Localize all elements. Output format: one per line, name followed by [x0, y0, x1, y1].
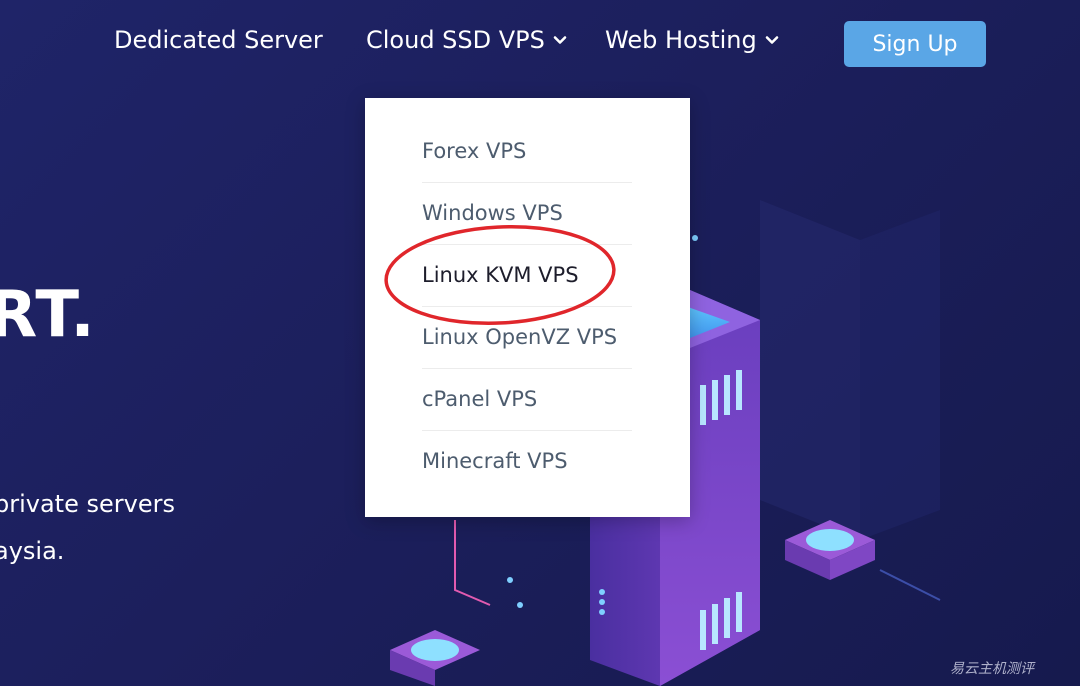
- nav-cloud-ssd-vps-label: Cloud SSD VPS: [366, 26, 545, 54]
- nav-dedicated-server[interactable]: Dedicated Server: [114, 26, 323, 54]
- chevron-down-icon: [765, 36, 779, 44]
- dropdown-item-windows-vps[interactable]: Windows VPS: [422, 182, 632, 245]
- watermark: 易云主机测评: [950, 661, 1034, 677]
- dropdown-item-linux-openvz-vps[interactable]: Linux OpenVZ VPS: [422, 306, 632, 369]
- dropdown-item-label: Linux KVM VPS: [422, 263, 579, 287]
- nav-dedicated-server-label: Dedicated Server: [114, 26, 323, 54]
- dropdown-item-linux-kvm-vps[interactable]: Linux KVM VPS: [422, 244, 632, 307]
- dropdown-item-cpanel-vps[interactable]: cPanel VPS: [422, 368, 632, 431]
- dropdown-item-label: cPanel VPS: [422, 387, 538, 411]
- cloud-vps-dropdown-menu: Forex VPS Windows VPS Linux KVM VPS Linu…: [365, 98, 690, 517]
- sign-up-button[interactable]: Sign Up: [844, 21, 986, 67]
- nav-web-hosting-label: Web Hosting: [605, 26, 757, 54]
- hero-title: RT.: [0, 278, 96, 352]
- chevron-down-icon: [553, 36, 567, 44]
- dropdown-item-label: Minecraft VPS: [422, 449, 568, 473]
- sign-up-label: Sign Up: [872, 31, 958, 57]
- hero-subtitle-line2: aysia.: [0, 537, 65, 565]
- hero-subtitle-line1: private servers: [0, 490, 175, 518]
- dropdown-item-label: Windows VPS: [422, 201, 563, 225]
- top-navigation: Dedicated Server Cloud SSD VPS Web Hosti…: [0, 0, 1080, 90]
- dropdown-item-label: Linux OpenVZ VPS: [422, 325, 618, 349]
- dropdown-item-label: Forex VPS: [422, 139, 527, 163]
- dropdown-item-minecraft-vps[interactable]: Minecraft VPS: [422, 430, 632, 492]
- dropdown-item-forex-vps[interactable]: Forex VPS: [422, 120, 632, 183]
- nav-web-hosting[interactable]: Web Hosting: [605, 26, 779, 54]
- nav-cloud-ssd-vps[interactable]: Cloud SSD VPS: [366, 26, 567, 54]
